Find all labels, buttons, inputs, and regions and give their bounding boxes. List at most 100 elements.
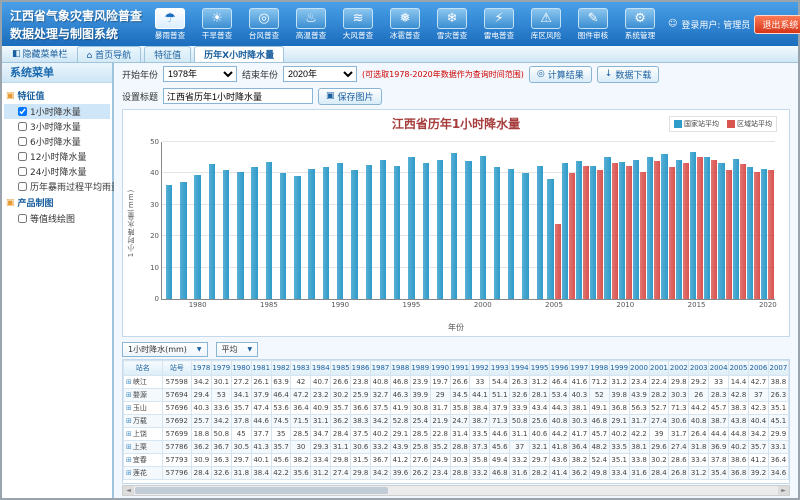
column-header-year[interactable]: 1987: [371, 361, 391, 376]
aggregation-dropdown[interactable]: 平均 ▼: [216, 342, 259, 357]
item-checkbox[interactable]: [18, 182, 27, 191]
sidebar-item-等值线绘图[interactable]: 等值线绘图: [4, 211, 110, 226]
column-header-year[interactable]: 1994: [510, 361, 530, 376]
metric-dropdown[interactable]: 1小时降水(mm) ▼: [122, 342, 208, 357]
scrollbar-thumb[interactable]: [135, 487, 388, 494]
tab-首页导航[interactable]: ⌂ 首页导航: [77, 46, 142, 62]
column-header-year[interactable]: 1979: [211, 361, 231, 376]
expand-icon[interactable]: ⊞: [126, 469, 132, 477]
column-header-year[interactable]: 1991: [450, 361, 470, 376]
column-header-year[interactable]: 2003: [689, 361, 709, 376]
tree-group-产品制图[interactable]: ▣产品制图: [4, 194, 110, 211]
station-name-cell: ⊞峡江: [124, 376, 163, 389]
column-header-year[interactable]: 2005: [729, 361, 749, 376]
sidebar-item-24小时降水量[interactable]: 24小时降水量: [4, 164, 110, 179]
column-header-站号[interactable]: 站号: [162, 361, 191, 376]
nav-item-系统管理[interactable]: ⚙系统管理: [618, 8, 662, 41]
expand-icon[interactable]: ⊞: [126, 417, 132, 425]
expand-icon[interactable]: ⊞: [126, 443, 132, 451]
nav-item-label: 雷电普查: [478, 30, 520, 40]
column-header-year[interactable]: 1993: [490, 361, 510, 376]
nav-item-大风普查[interactable]: ≋大风普查: [336, 8, 380, 41]
expand-icon[interactable]: ⊞: [126, 430, 132, 438]
column-header-year[interactable]: 1995: [530, 361, 550, 376]
sidebar-item-6小时降水量[interactable]: 6小时降水量: [4, 134, 110, 149]
table-row[interactable]: ⊞峡江5759834.230.127.226.163.94240.726.623…: [124, 376, 789, 389]
bar-group-2017: [718, 142, 732, 299]
tree-group-特征值[interactable]: ▣特征值: [4, 87, 110, 104]
logout-button[interactable]: 退出系统: [754, 15, 800, 34]
column-header-year[interactable]: 1998: [589, 361, 609, 376]
bar-国家站平均: [451, 153, 457, 299]
column-header-year[interactable]: 1980: [231, 361, 251, 376]
nav-item-干旱普查[interactable]: ☀干旱普查: [195, 8, 239, 41]
item-checkbox[interactable]: [18, 107, 27, 116]
item-checkbox[interactable]: [18, 214, 27, 223]
expand-icon[interactable]: ⊞: [126, 391, 132, 399]
expand-icon[interactable]: ⊞: [126, 456, 132, 464]
tab-历年X小时降水量[interactable]: 历年X小时降水量: [194, 46, 284, 62]
bar-国家站平均: [480, 156, 486, 299]
table-row[interactable]: ⊞婺源5769429.45334.137.946.447.223.230.225…: [124, 389, 789, 402]
column-header-year[interactable]: 1985: [331, 361, 351, 376]
column-header-year[interactable]: 2002: [669, 361, 689, 376]
column-header-year[interactable]: 2006: [748, 361, 768, 376]
column-header-year[interactable]: 1999: [609, 361, 629, 376]
save-image-button[interactable]: ▣ 保存图片: [318, 88, 382, 105]
column-header-year[interactable]: 2001: [649, 361, 669, 376]
column-header-year[interactable]: 1988: [390, 361, 410, 376]
expand-icon[interactable]: ⊞: [126, 378, 132, 386]
table-row[interactable]: ⊞玉山5769640.333.635.747.453.636.440.935.7…: [124, 402, 789, 415]
nav-item-暴雨普查[interactable]: ☂暴雨普查: [148, 8, 192, 41]
column-header-year[interactable]: 1986: [351, 361, 371, 376]
scroll-right-arrow[interactable]: ►: [778, 486, 789, 495]
table-row[interactable]: ⊞万载5769225.734.237.844.674.571.531.136.2…: [124, 415, 789, 428]
nav-item-库区风险[interactable]: ⚠库区风险: [524, 8, 568, 41]
column-header-year[interactable]: 1996: [550, 361, 570, 376]
expand-icon[interactable]: ⊞: [126, 404, 132, 412]
compute-button[interactable]: ◎ 计算结果: [529, 66, 592, 83]
nav-item-雷电普查[interactable]: ⚡雷电普查: [477, 8, 521, 41]
nav-item-冰雹普查[interactable]: ❅冰雹普查: [383, 8, 427, 41]
column-header-year[interactable]: 1984: [311, 361, 331, 376]
sidebar-item-12小时降水量[interactable]: 12小时降水量: [4, 149, 110, 164]
column-header-year[interactable]: 2004: [709, 361, 729, 376]
column-header-year[interactable]: 1983: [291, 361, 311, 376]
column-header-year[interactable]: 1992: [470, 361, 490, 376]
table-row[interactable]: ⊞宜春5779330.936.329.740.145.638.233.429.8…: [124, 454, 789, 467]
item-checkbox[interactable]: [18, 122, 27, 131]
table-row[interactable]: ⊞上栗5778636.236.730.541.335.73029.331.130…: [124, 441, 789, 454]
value-cell: 45: [231, 428, 251, 441]
end-year-select[interactable]: 2020年: [283, 66, 357, 82]
bar-group-1995: [404, 142, 418, 299]
sidebar-item-3小时降水量[interactable]: 3小时降水量: [4, 119, 110, 134]
sidebar-item-1小时降水量[interactable]: 1小时降水量: [4, 104, 110, 119]
item-checkbox[interactable]: [18, 167, 27, 176]
hide-menu-button[interactable]: ◧ 隐藏菜单栏: [6, 46, 74, 62]
start-year-select[interactable]: 1978年: [163, 66, 237, 82]
column-header-year[interactable]: 1982: [271, 361, 291, 376]
download-button[interactable]: ↓ 数据下载: [597, 66, 660, 83]
scroll-left-arrow[interactable]: ◄: [123, 486, 134, 495]
column-header-year[interactable]: 1997: [569, 361, 589, 376]
table-row[interactable]: ⊞莲花5779628.432.631.838.442.235.631.227.4…: [124, 467, 789, 480]
column-header-year[interactable]: 2000: [629, 361, 649, 376]
sidebar-item-历年暴雨过程平均雨量[interactable]: 历年暴雨过程平均雨量: [4, 179, 110, 194]
column-header-year[interactable]: 1981: [251, 361, 271, 376]
nav-item-图件审核[interactable]: ✎图件审核: [571, 8, 615, 41]
column-header-year[interactable]: 1990: [430, 361, 450, 376]
item-checkbox[interactable]: [18, 137, 27, 146]
column-header-year[interactable]: 1989: [410, 361, 430, 376]
horizontal-scrollbar[interactable]: ◄ ►: [122, 485, 790, 496]
column-header-year[interactable]: 1978: [192, 361, 212, 376]
nav-item-台风普查[interactable]: ◎台风普查: [242, 8, 286, 41]
chart-title-input[interactable]: [163, 88, 313, 104]
value-cell: 36.6: [351, 402, 371, 415]
nav-item-雪灾普查[interactable]: ❄雪灾普查: [430, 8, 474, 41]
column-header-year[interactable]: 2007: [768, 361, 788, 376]
column-header-站名[interactable]: 站名: [124, 361, 163, 376]
nav-item-高温普查[interactable]: ♨高温普查: [289, 8, 333, 41]
table-row[interactable]: ⊞上饶5769918.850.84537.73528.534.728.437.5…: [124, 428, 789, 441]
tab-特征值[interactable]: 特征值: [144, 46, 191, 62]
item-checkbox[interactable]: [18, 152, 27, 161]
